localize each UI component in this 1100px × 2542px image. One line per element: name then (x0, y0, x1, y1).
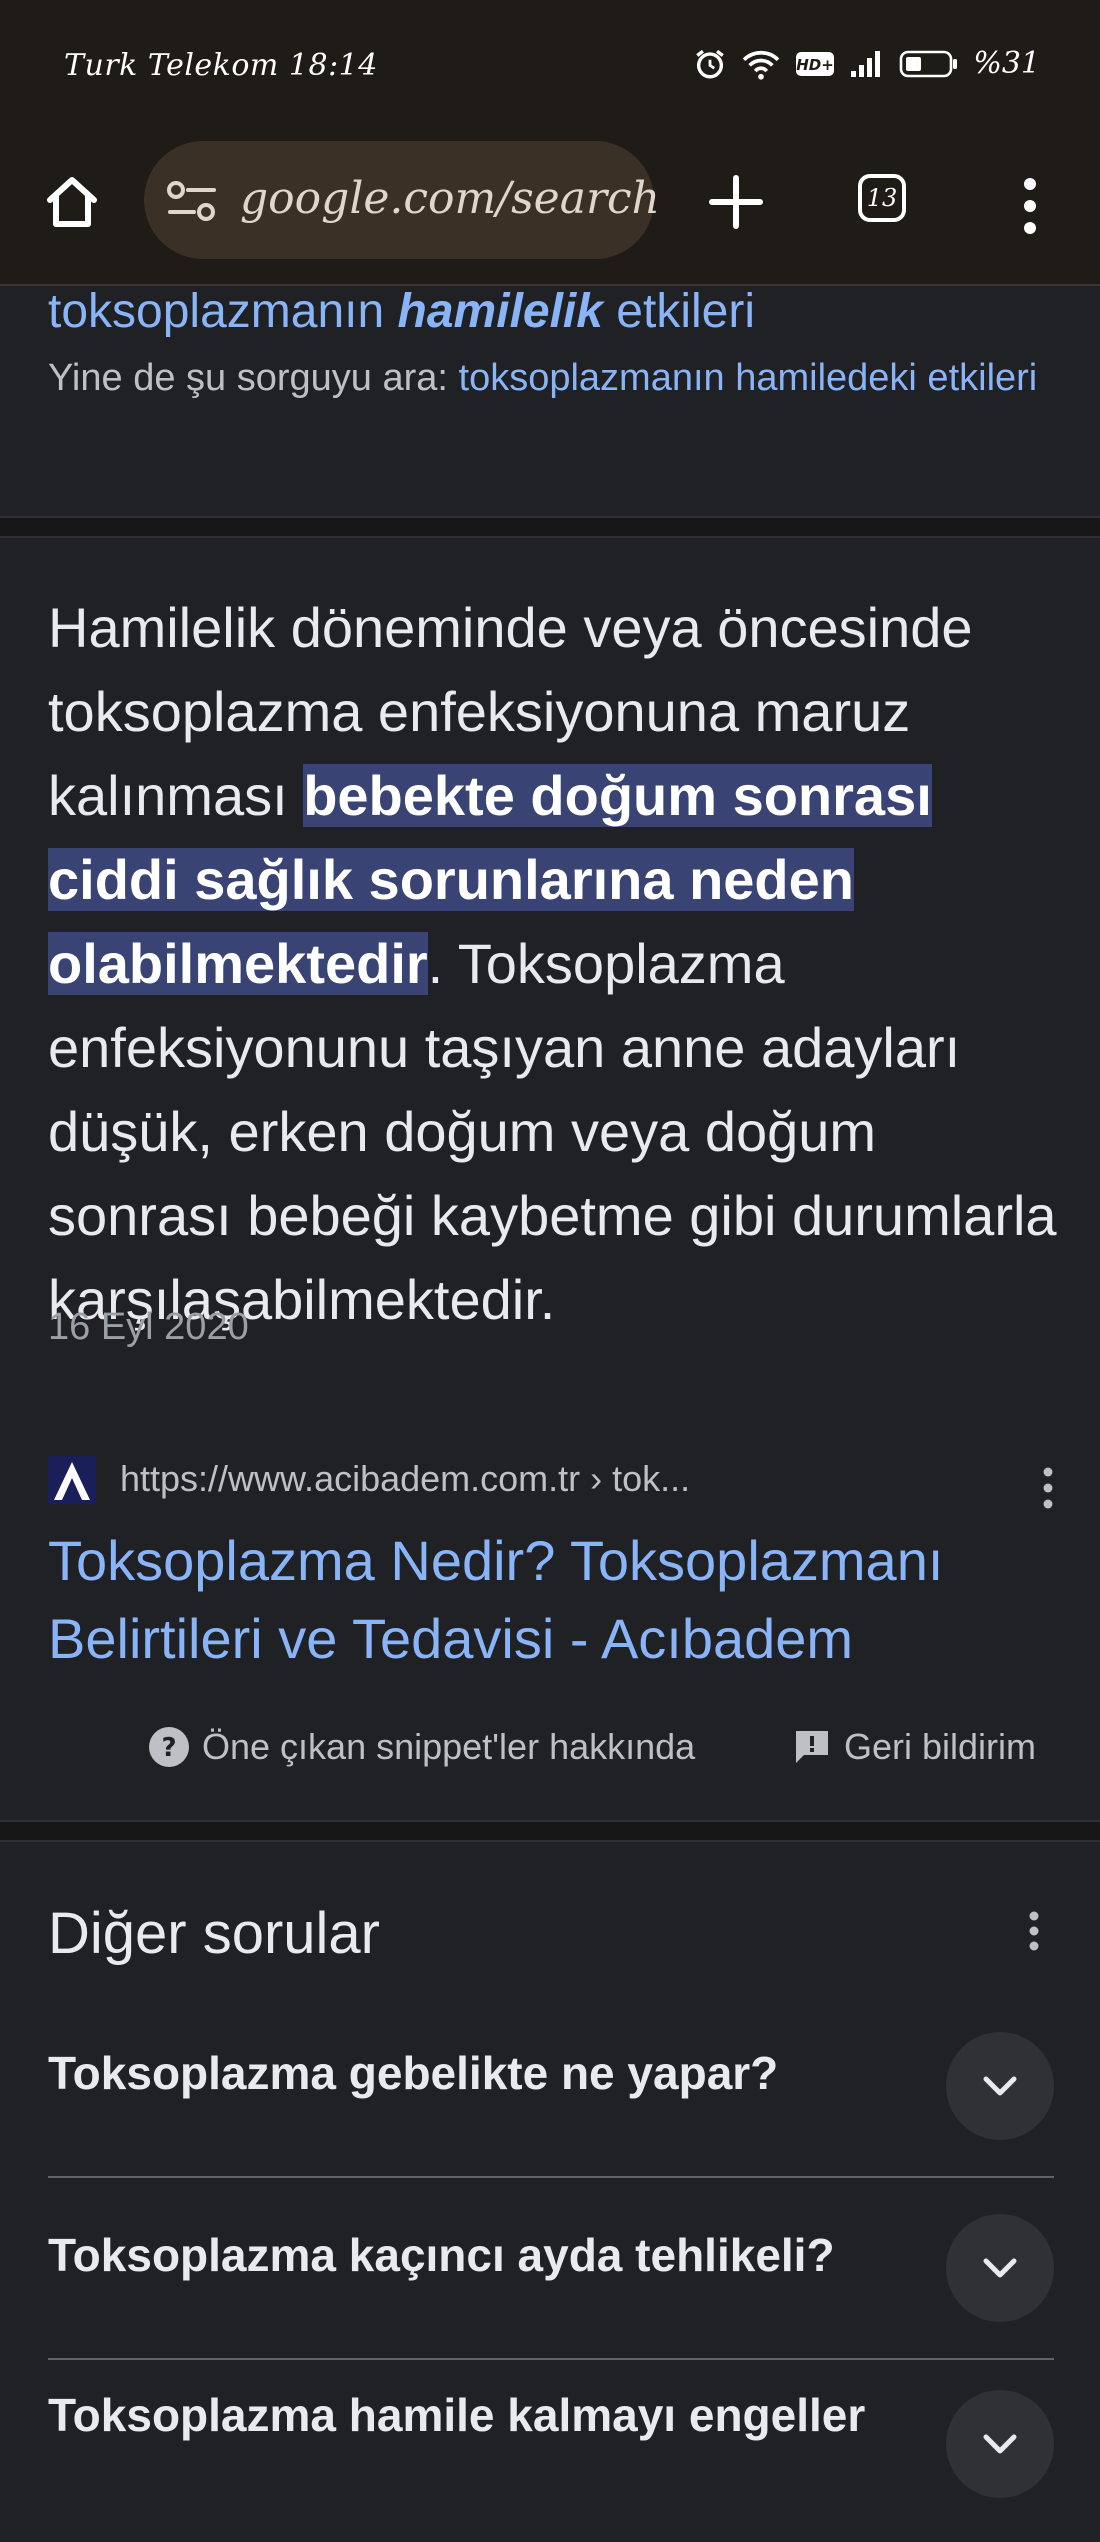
divider (0, 516, 1100, 538)
expand-button[interactable] (946, 2214, 1054, 2322)
chevron-down-icon (983, 2434, 1017, 2454)
chevron-down-icon (983, 2258, 1017, 2278)
signal-icon (849, 49, 885, 79)
about-snippets-link[interactable]: ? Öne çıkan snippet'ler hakkında (148, 1726, 695, 1768)
snippet-footer: ? Öne çıkan snippet'ler hakkında Geri bi… (0, 1726, 1100, 1786)
browser-toolbar: google.com/search 13 (0, 140, 1100, 286)
source-url: https://www.acibadem.com.tr › tok... (120, 1458, 691, 1499)
result-title-link[interactable]: Toksoplazma Nedir? Toksoplazmanı Belirti… (48, 1522, 1068, 1678)
tab-switcher-button[interactable]: 13 (858, 174, 906, 222)
wifi-icon (741, 47, 781, 81)
result-more-button[interactable] (1038, 1466, 1058, 1510)
source-row[interactable]: https://www.acibadem.com.tr › tok... (48, 1456, 1058, 1509)
hd-icon: HD+ (795, 49, 835, 79)
svg-text:?: ? (161, 1733, 176, 1763)
more-vert-icon (1029, 1911, 1039, 1951)
address-bar[interactable]: google.com/search (144, 141, 660, 259)
paa-question-text: Toksoplazma gebelikte ne yapar? (48, 2047, 779, 2099)
featured-snippet-text: Hamilelik döneminde veya öncesinde tokso… (48, 586, 1068, 1342)
corrected-query-part-end: etkileri (602, 285, 756, 338)
acibadem-logo-icon (48, 1456, 96, 1504)
search-instead-line: Yine de şu sorguyu ara: toksoplazmanın h… (48, 348, 1058, 408)
snippet-date: 16 Eyl 2020 (48, 1306, 249, 1348)
corrected-query-bold: hamilelik (397, 285, 603, 338)
help-icon: ? (149, 1727, 189, 1767)
people-also-ask-title: Diğer sorular (48, 1901, 380, 1966)
chevron-down-icon (983, 2076, 1017, 2096)
battery-icon (899, 48, 959, 80)
corrected-query-link[interactable]: toksoplazmanın hamilelik etkileri (48, 286, 755, 338)
paa-question-text: Toksoplazma hamile kalmayı engeller (48, 2389, 866, 2441)
paa-question[interactable]: Toksoplazma kaçıncı ayda tehlikeli? (48, 2178, 1054, 2360)
battery-level: %31 (973, 46, 1040, 81)
feedback-icon (796, 1731, 828, 1763)
more-vert-icon (1043, 1467, 1053, 1509)
alarm-icon (693, 47, 727, 81)
feedback-label: Geri bildirim (844, 1726, 1037, 1767)
site-settings-icon[interactable] (166, 179, 218, 228)
plus-icon (709, 175, 763, 229)
spelling-suggestion: toksoplazmanın hamilelik etkileri Yine d… (0, 286, 1100, 516)
search-instead-label: Yine de şu sorguyu ara: (48, 357, 459, 399)
paa-question-text: Toksoplazma kaçıncı ayda tehlikeli? (48, 2229, 835, 2281)
expand-button[interactable] (946, 2032, 1054, 2140)
paa-question[interactable]: Toksoplazma gebelikte ne yapar? (48, 1996, 1054, 2178)
home-icon (47, 177, 97, 227)
more-menu-button[interactable] (1010, 174, 1050, 238)
new-tab-button[interactable] (704, 170, 768, 234)
svg-text:HD+: HD+ (797, 56, 835, 74)
more-vert-icon (1024, 178, 1036, 234)
about-snippets-label: Öne çıkan snippet'ler hakkında (202, 1726, 696, 1767)
paa-more-button[interactable] (1024, 1906, 1044, 1956)
corrected-query-part: toksoplazmanın (48, 285, 398, 338)
carrier-time: Turk Telekom 18:14 (64, 48, 378, 83)
expand-button[interactable] (946, 2390, 1054, 2498)
original-query-link[interactable]: toksoplazmanın hamiledeki etkileri (459, 357, 1038, 399)
divider (0, 1820, 1100, 1842)
home-button[interactable] (40, 170, 104, 234)
feedback-link[interactable]: Geri bildirim (792, 1726, 1036, 1768)
paa-question[interactable]: Toksoplazma hamile kalmayı engeller (48, 2360, 1054, 2542)
url-text: google.com/search (240, 173, 660, 224)
status-bar: Turk Telekom 18:14 HD+ %31 (0, 0, 1100, 140)
status-icons: HD+ %31 (693, 46, 1040, 81)
